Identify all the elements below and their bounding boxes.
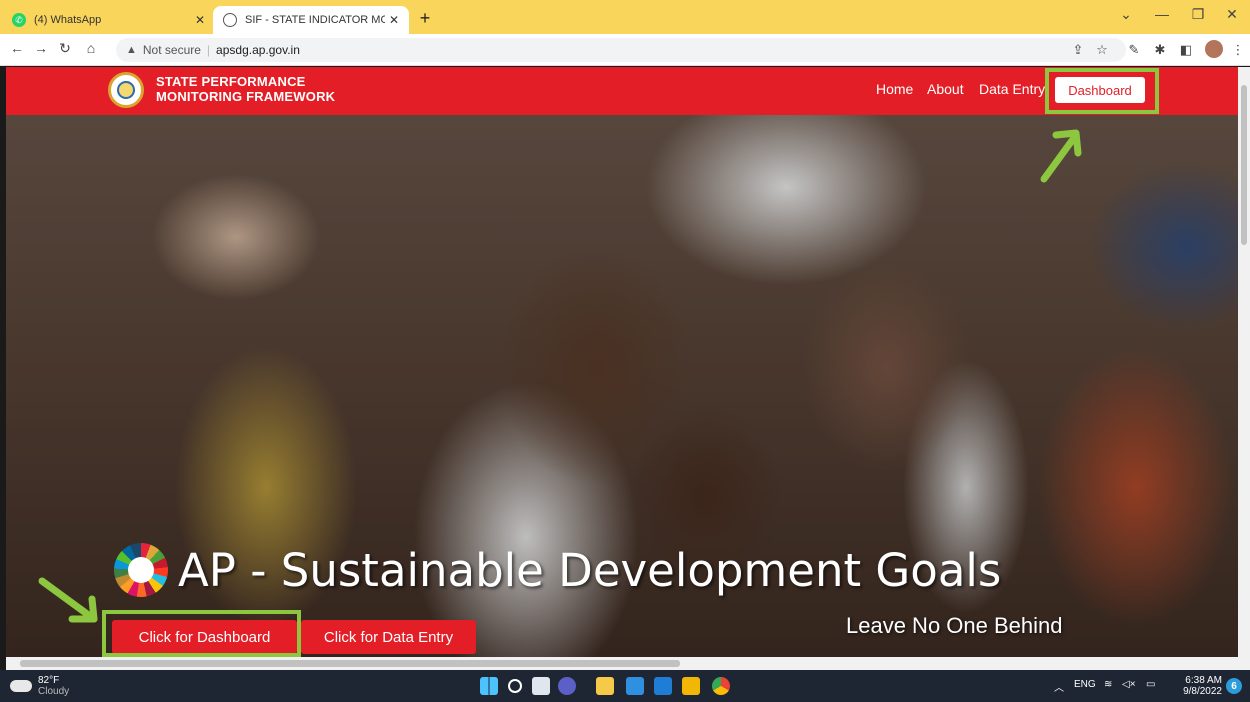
extensions-puzzle-icon[interactable]: ✱	[1150, 42, 1170, 58]
forward-icon[interactable]: →	[30, 40, 52, 56]
site-brand[interactable]: STATE PERFORMANCE MONITORING FRAMEWORK	[156, 74, 335, 104]
nav-home[interactable]: Home	[876, 81, 913, 97]
web-page: STATE PERFORMANCE MONITORING FRAMEWORK H…	[6, 67, 1238, 657]
window-close-icon[interactable]: ✕	[1214, 6, 1250, 23]
restore-icon[interactable]: ❐	[1180, 6, 1216, 23]
system-clock[interactable]: 6:38 AM 9/8/2022	[1180, 675, 1222, 697]
tab-title: SIF - STATE INDICATOR MONITO	[245, 14, 385, 26]
mail-icon[interactable]	[654, 677, 672, 695]
security-label: Not secure	[142, 43, 201, 57]
file-explorer-icon[interactable]	[596, 677, 614, 695]
whatsapp-icon: ✆	[12, 13, 26, 27]
browser-tab-strip: ✆ (4) WhatsApp ✕ SIF - STATE INDICATOR M…	[0, 0, 1250, 34]
tab-search-icon[interactable]: ⌄	[1108, 6, 1144, 23]
share-icon[interactable]: ⇪	[1068, 42, 1088, 58]
reload-icon[interactable]: ↻	[54, 40, 76, 57]
divider: |	[206, 43, 211, 57]
url-text: apsdg.ap.gov.in	[216, 43, 300, 57]
menu-kebab-icon[interactable]: ⋮	[1228, 42, 1248, 58]
tab-whatsapp[interactable]: ✆ (4) WhatsApp ✕	[2, 6, 215, 34]
address-bar[interactable]: ▲ Not secure | apsdg.ap.gov.in	[116, 38, 1126, 62]
close-tab-icon[interactable]: ✕	[191, 13, 209, 27]
windows-start-icon[interactable]	[480, 677, 498, 695]
store-icon[interactable]	[626, 677, 644, 695]
sticky-notes-icon[interactable]	[682, 677, 700, 695]
search-icon[interactable]	[508, 679, 522, 693]
chrome-icon[interactable]	[712, 677, 730, 695]
browser-toolbar: ← → ↻ ⌂ ▲ Not secure | apsdg.ap.gov.in ⇪…	[0, 34, 1250, 66]
vertical-scroll-thumb[interactable]	[1241, 85, 1247, 245]
hero-tagline: Leave No One Behind	[846, 613, 1063, 638]
battery-icon[interactable]: ▭	[1146, 679, 1155, 690]
brand-line-2: MONITORING FRAMEWORK	[156, 89, 336, 104]
back-icon[interactable]: ←	[6, 40, 28, 56]
tray-overflow-icon[interactable]: ︿	[1054, 679, 1064, 694]
hero-title: AP - Sustainable Development Goals	[114, 543, 1001, 597]
state-emblem-logo[interactable]	[108, 72, 144, 108]
language-indicator[interactable]: ENG	[1074, 679, 1096, 690]
teams-chat-icon[interactable]	[558, 677, 576, 695]
new-tab-button[interactable]: +	[415, 8, 435, 29]
annotation-arrow-icon	[1040, 129, 1082, 183]
home-icon[interactable]: ⌂	[80, 40, 102, 56]
windows-taskbar: 82°F Cloudy ︿ ENG ≋ ◁× ▭ 6:38 AM 9/8/202…	[0, 670, 1250, 702]
highlight-box-dashboard	[1045, 68, 1159, 114]
pen-extension-icon[interactable]: ✎	[1124, 42, 1144, 58]
annotation-arrow-icon	[38, 577, 98, 623]
horizontal-scroll-thumb[interactable]	[20, 660, 680, 667]
tab-title: (4) WhatsApp	[34, 14, 102, 26]
warning-icon: ▲	[126, 44, 137, 56]
globe-icon	[223, 13, 237, 27]
minimize-icon[interactable]: —	[1144, 6, 1180, 22]
cloud-icon	[10, 680, 32, 692]
profile-avatar[interactable]	[1205, 40, 1223, 58]
task-view-icon[interactable]	[532, 677, 550, 695]
weather-widget[interactable]: 82°F Cloudy	[10, 675, 69, 697]
brand-line-1: STATE PERFORMANCE	[156, 74, 306, 89]
close-tab-icon[interactable]: ✕	[385, 13, 403, 27]
wifi-icon[interactable]: ≋	[1104, 679, 1112, 690]
nav-about[interactable]: About	[927, 81, 964, 97]
notification-badge[interactable]: 6	[1226, 678, 1242, 694]
tab-sif[interactable]: SIF - STATE INDICATOR MONITO ✕	[213, 6, 409, 34]
weather-temp: 82°F	[38, 675, 60, 686]
bookmark-star-icon[interactable]: ☆	[1092, 42, 1112, 58]
nav-data-entry[interactable]: Data Entry	[979, 81, 1051, 97]
sdg-wheel-icon	[114, 543, 168, 597]
side-panel-icon[interactable]: ◧	[1176, 42, 1196, 58]
volume-icon[interactable]: ◁×	[1122, 679, 1136, 690]
weather-condition: Cloudy	[38, 686, 70, 697]
click-for-data-entry-button[interactable]: Click for Data Entry	[301, 620, 476, 654]
highlight-box-cta	[102, 610, 301, 657]
clock-time: 6:38 AM	[1185, 675, 1222, 686]
clock-date: 9/8/2022	[1183, 686, 1222, 697]
hero-title-text: AP - Sustainable Development Goals	[178, 543, 1002, 597]
